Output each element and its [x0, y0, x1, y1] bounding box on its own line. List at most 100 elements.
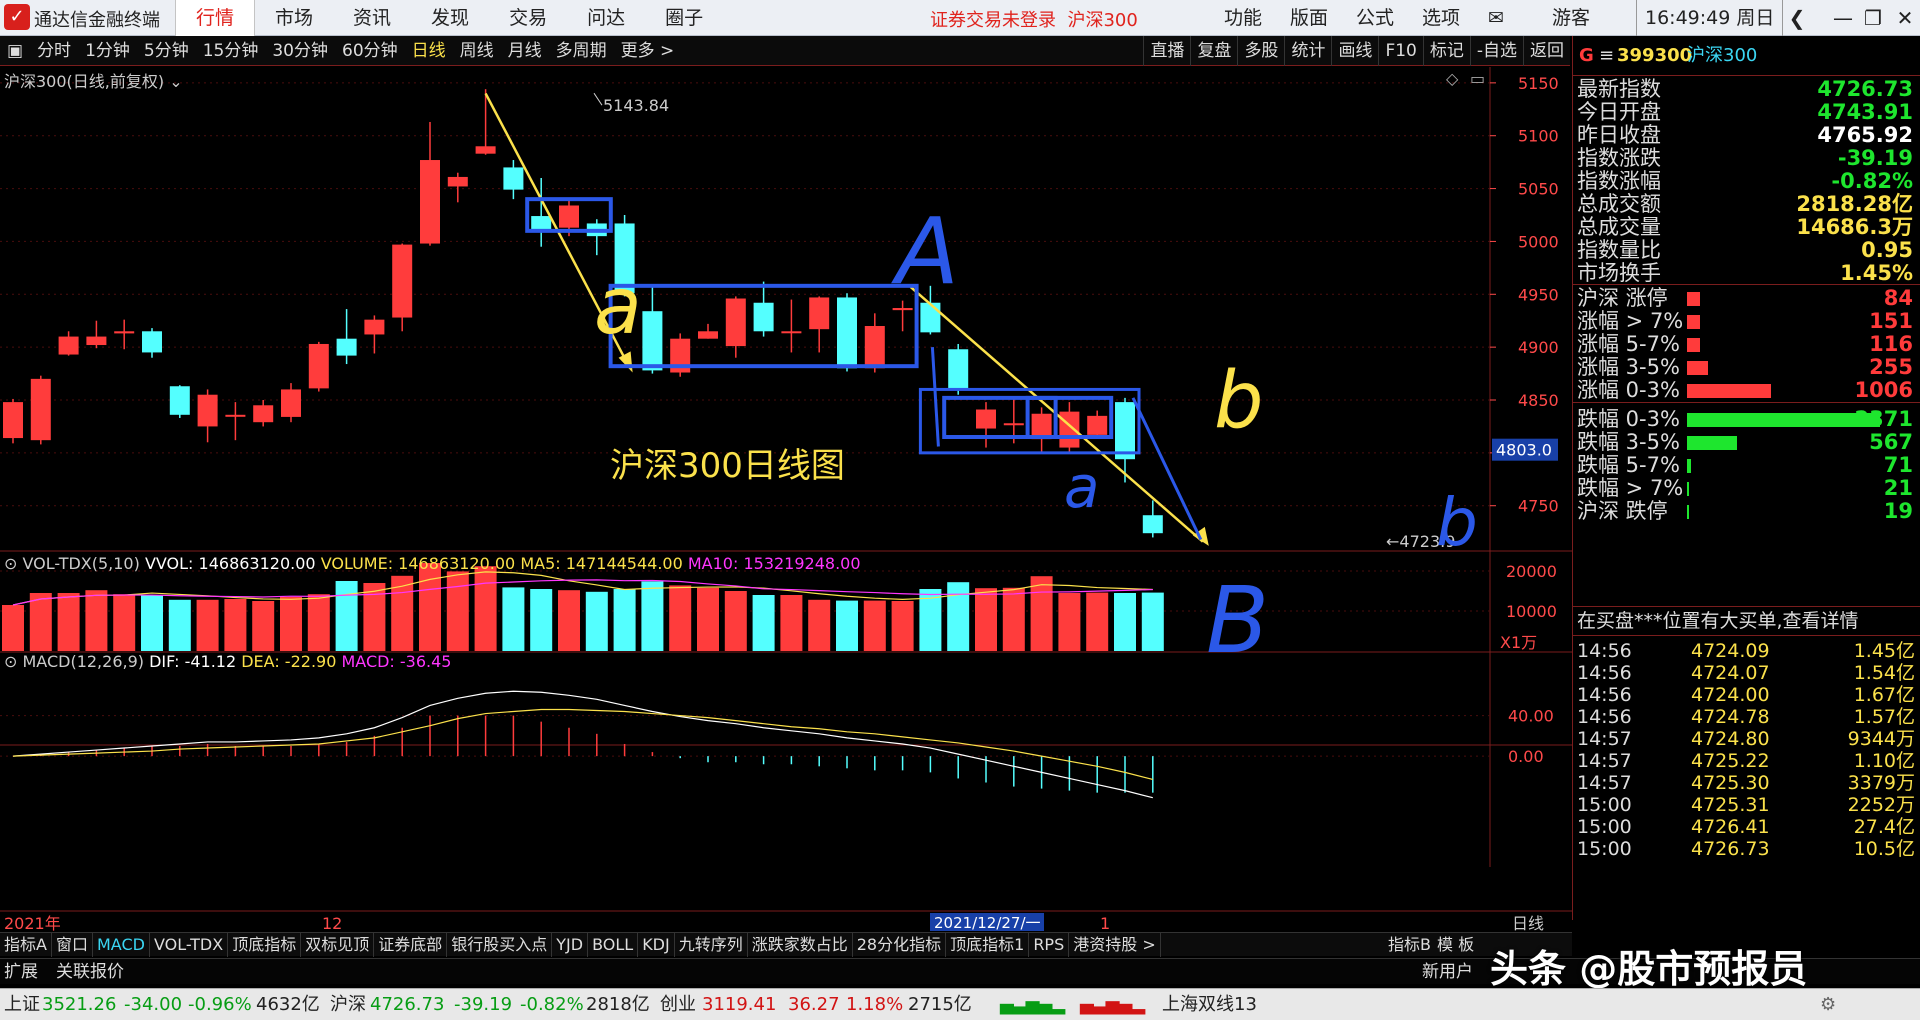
- tool-back[interactable]: 返回: [1523, 36, 1570, 66]
- menu-jiaoyi[interactable]: 交易: [489, 0, 567, 36]
- new-user-label[interactable]: 新用户: [1422, 959, 1473, 985]
- tool-live[interactable]: 直播: [1143, 36, 1190, 66]
- indicator-tab[interactable]: BOLL: [588, 933, 639, 957]
- period-weekly[interactable]: 周线: [453, 36, 501, 66]
- square-icon[interactable]: ▭: [1470, 69, 1485, 88]
- tool-unfavorite[interactable]: -自选: [1469, 36, 1523, 66]
- candle-body: [864, 326, 885, 369]
- breadth-value: 2371: [1854, 407, 1913, 431]
- indicator-tab[interactable]: 港资持股 >: [1069, 933, 1161, 957]
- period-multi[interactable]: 多周期: [549, 36, 614, 66]
- candle-body: [420, 160, 440, 244]
- stat-value: 4743.91: [1817, 100, 1913, 124]
- tool-stats[interactable]: 统计: [1284, 36, 1331, 66]
- hand-label-a1: a: [594, 262, 642, 352]
- breadth-down-row[interactable]: 跌幅 5-7% 71: [1573, 454, 1920, 477]
- related-quotes-button[interactable]: 关联报价: [56, 959, 124, 985]
- breadth-down-row[interactable]: 跌幅 0-3% 2371: [1573, 408, 1920, 431]
- stat-label: 今日开盘: [1577, 100, 1661, 124]
- breadth-bar: [1687, 384, 1771, 398]
- tool-replay[interactable]: 复盘: [1190, 36, 1237, 66]
- period-fenshi[interactable]: 分时: [30, 36, 78, 66]
- tick-price: 4726.41: [1691, 816, 1770, 838]
- period-5min[interactable]: 5分钟: [137, 36, 196, 66]
- annotations: 沪深300日线图 a Ab a b B: [484, 92, 1478, 674]
- period-1min[interactable]: 1分钟: [78, 36, 137, 66]
- user-label[interactable]: 游客: [1518, 0, 1604, 36]
- breadth-up-row[interactable]: 涨幅 3-5% 255: [1573, 356, 1920, 379]
- menu-gongneng[interactable]: 功能: [1210, 0, 1276, 36]
- stat-label: 市场换手: [1577, 261, 1661, 285]
- breadth-up-row[interactable]: 涨幅 > 7% 151: [1573, 310, 1920, 333]
- menu-quanzi[interactable]: 圈子: [645, 0, 723, 36]
- diamond-icon[interactable]: ◇: [1446, 69, 1459, 88]
- ext-button[interactable]: 扩展: [4, 959, 38, 985]
- settings-icon[interactable]: ⚙: [1820, 989, 1836, 1020]
- period-daily[interactable]: 日线: [405, 36, 453, 66]
- cy-label: 创业: [660, 994, 696, 1015]
- high-pointer: [593, 92, 603, 106]
- breadth-up-row[interactable]: 涨幅 5-7% 116: [1573, 333, 1920, 356]
- menu-zixun[interactable]: 资讯: [333, 0, 411, 36]
- right-tools: 直播 复盘 多股 统计 画线 F10 标记 -自选 返回: [1143, 36, 1570, 66]
- news-ticker[interactable]: 在买盘***位置有大买单,查看详情: [1573, 606, 1920, 636]
- menu-xuanxiang[interactable]: 选项: [1408, 0, 1474, 36]
- menu-lines-icon[interactable]: ≡: [1599, 36, 1614, 76]
- breadth-value: 84: [1883, 286, 1913, 310]
- minimize-icon[interactable]: —: [1826, 0, 1860, 36]
- indicator-tab[interactable]: 涨跌家数占比: [748, 933, 853, 957]
- tab-indicator-b[interactable]: 指标B: [1388, 933, 1431, 957]
- indicator-tab[interactable]: 窗口: [52, 933, 93, 957]
- chart-label[interactable]: 沪深300(日线,前复权) ⌄: [4, 68, 183, 92]
- menu-gongshi[interactable]: 公式: [1342, 0, 1408, 36]
- tool-mark[interactable]: 标记: [1422, 36, 1470, 66]
- menu-shichang[interactable]: 市场: [255, 0, 333, 36]
- indicator-tab[interactable]: VOL-TDX: [150, 933, 229, 957]
- indicator-tab[interactable]: 银行股买入点: [447, 933, 553, 957]
- indicator-tab[interactable]: 指标A: [0, 933, 52, 957]
- breadth-down-row[interactable]: 跌幅 > 7% 21: [1573, 477, 1920, 500]
- indicator-tab[interactable]: 双标见顶: [301, 933, 375, 957]
- period-more[interactable]: 更多 >: [614, 36, 682, 66]
- period-30min[interactable]: 30分钟: [265, 36, 335, 66]
- high-label: 5143.84: [603, 96, 669, 115]
- tab-template[interactable]: 模 板: [1437, 933, 1474, 957]
- period-monthly[interactable]: 月线: [501, 36, 549, 66]
- menu-hangqing[interactable]: 行情: [175, 0, 256, 36]
- tool-multistock[interactable]: 多股: [1237, 36, 1284, 66]
- indicator-tab[interactable]: RPS: [1029, 933, 1070, 957]
- candle-body: [58, 336, 79, 355]
- tool-f10[interactable]: F10: [1378, 36, 1422, 66]
- panel-toggle-icon[interactable]: ▣: [0, 36, 30, 66]
- breadth-up-row[interactable]: 沪深 涨停 84: [1573, 287, 1920, 310]
- breadth-down-row[interactable]: 跌幅 3-5% 567: [1573, 431, 1920, 454]
- divider: [1573, 284, 1920, 285]
- mail-icon[interactable]: ✉: [1474, 0, 1518, 36]
- breadth-down-row[interactable]: 沪深 跌停 19: [1573, 500, 1920, 523]
- restore-icon[interactable]: ❐: [1856, 0, 1890, 36]
- indicator-tab[interactable]: KDJ: [638, 933, 675, 957]
- menu-wenda[interactable]: 问达: [567, 0, 645, 36]
- indicator-tab[interactable]: 顶底指标1: [946, 933, 1030, 957]
- login-notice[interactable]: 证券交易未登录 沪深300: [930, 6, 1138, 32]
- chevron-down-icon[interactable]: ⌄: [169, 72, 182, 91]
- quote-stat-row: 市场换手 1.45%: [1573, 262, 1920, 285]
- back-icon[interactable]: ❮: [1780, 0, 1814, 36]
- close-icon[interactable]: ✕: [1888, 0, 1920, 36]
- menu-faxian[interactable]: 发现: [411, 0, 489, 36]
- kline-chart[interactable]: 5150510050505000495049004850480047504803…: [0, 67, 1572, 931]
- breadth-up-row[interactable]: 涨幅 0-3% 1006: [1573, 379, 1920, 402]
- indicator-tab[interactable]: MACD: [93, 933, 150, 957]
- indicator-tab[interactable]: YJD: [552, 933, 589, 957]
- menu-banmian[interactable]: 版面: [1276, 0, 1342, 36]
- period-60min[interactable]: 60分钟: [335, 36, 405, 66]
- breadth-value: 1006: [1854, 378, 1913, 402]
- volume-bar: [558, 590, 580, 651]
- tool-draw[interactable]: 画线: [1331, 36, 1378, 66]
- period-15min[interactable]: 15分钟: [196, 36, 266, 66]
- indicator-tab[interactable]: 九转序列: [675, 933, 748, 957]
- indicator-tab[interactable]: 证券底部: [374, 933, 448, 957]
- sh-pct: -0.96%: [188, 994, 252, 1015]
- indicator-tab[interactable]: 28分化指标: [853, 933, 947, 957]
- indicator-tab[interactable]: 顶底指标: [228, 933, 302, 957]
